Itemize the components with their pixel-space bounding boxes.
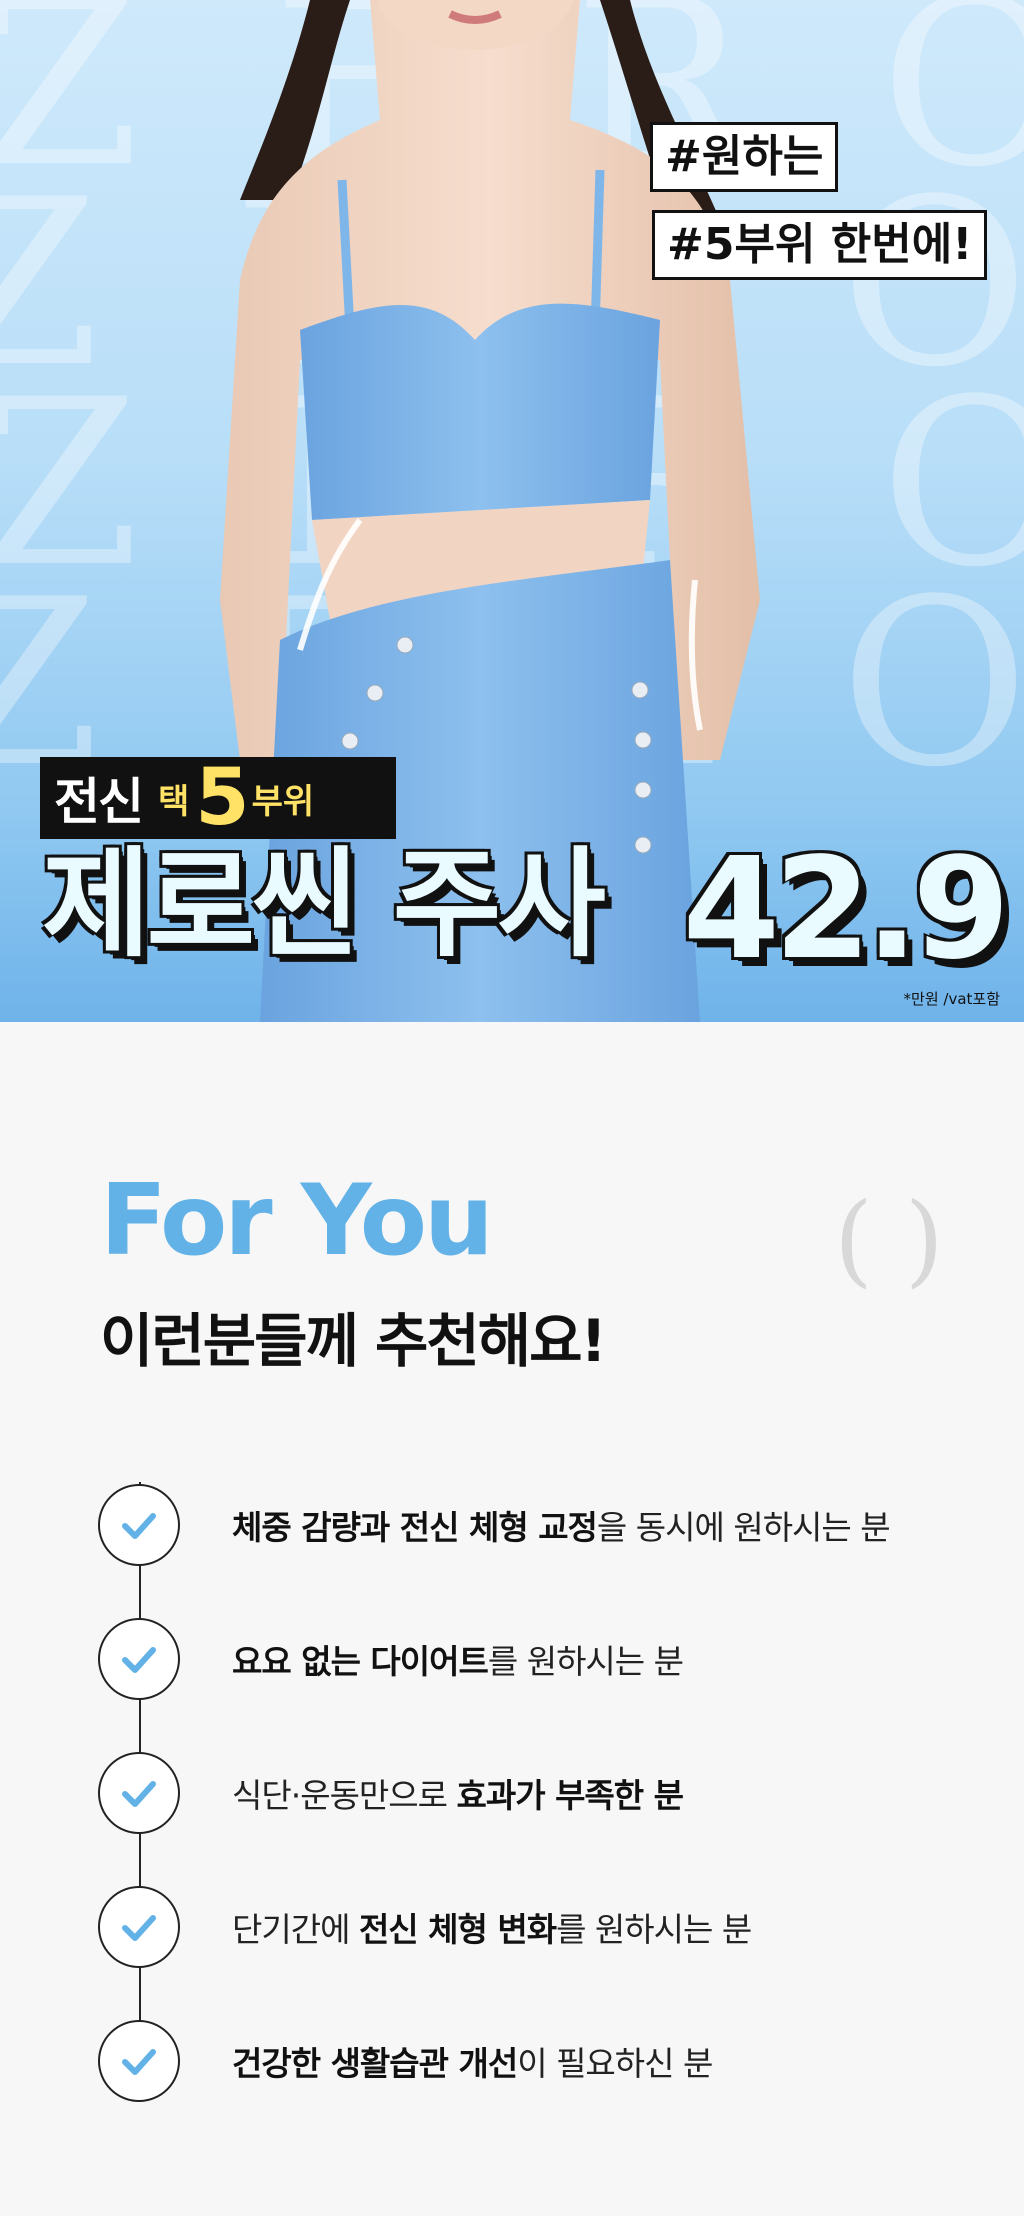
body-text: 식단·운동만으로 — [232, 1776, 457, 1815]
emphasis-text: 체중 감량과 전신 체형 교정 — [232, 1508, 598, 1547]
hashtag-desired: #원하는 — [650, 122, 839, 192]
check-icon — [98, 1618, 180, 1700]
body-text: 이 필요하신 분 — [517, 2044, 713, 2083]
body-text: 을 동시에 원하시는 분 — [596, 1508, 891, 1547]
body-text: 단기간에 — [232, 1910, 359, 1949]
section-subtitle: 이런분들께 추천해요! — [100, 1307, 607, 1375]
list-item: 요요 없는 다이어트를 원하시는 분 — [98, 1616, 684, 1702]
list-item-text: 단기간에 전신 체형 변화를 원하시는 분 — [232, 1903, 752, 1951]
check-icon — [98, 1484, 180, 1566]
recommendation-section: For You ( ) 이런분들께 추천해요! 체중 감량과 전신 체형 교정을… — [0, 1022, 1024, 2216]
hashtag-five-areas: #5부위 한번에! — [652, 210, 988, 280]
check-icon — [98, 1886, 180, 1968]
body-text: 를 원하시는 분 — [487, 1642, 684, 1681]
list-item-text: 체중 감량과 전신 체형 교정을 동시에 원하시는 분 — [232, 1501, 891, 1549]
section-heading: For You — [100, 1164, 494, 1278]
list-item: 체중 감량과 전신 체형 교정을 동시에 원하시는 분 — [98, 1482, 891, 1568]
badge-choose: 택 — [158, 781, 190, 822]
list-item-text: 건강한 생활습관 개선이 필요하신 분 — [232, 2037, 713, 2085]
emphasis-text: 건강한 생활습관 개선 — [232, 2044, 518, 2083]
product-title: 제로씬 주사 — [42, 835, 606, 973]
decorative-parentheses: ( ) — [834, 1181, 944, 1298]
body-text: 를 원하시는 분 — [556, 1910, 752, 1949]
check-icon — [98, 1752, 180, 1834]
list-item: 식단·운동만으로 효과가 부족한 분 — [98, 1750, 684, 1836]
list-item: 단기간에 전신 체형 변화를 원하시는 분 — [98, 1884, 752, 1970]
list-item-text: 식단·운동만으로 효과가 부족한 분 — [232, 1769, 684, 1817]
badge-fullbody: 전신 — [54, 773, 144, 831]
list-item-text: 요요 없는 다이어트를 원하시는 분 — [232, 1635, 684, 1683]
badge-parts: 부위 — [251, 781, 315, 822]
list-item: 건강한 생활습관 개선이 필요하신 분 — [98, 2018, 713, 2104]
emphasis-text: 효과가 부족한 분 — [456, 1776, 684, 1815]
price-value: 42.9 — [682, 828, 1010, 991]
emphasis-text: 요요 없는 다이어트 — [232, 1642, 489, 1681]
option-badge: 전신 택 5 부위 — [40, 757, 396, 839]
badge-number: 5 — [195, 753, 250, 843]
price-note: *만원 /vat포함 — [903, 990, 1000, 1008]
hero-banner: Z E R O Z E R O Z E R O Z E R O — [0, 0, 1024, 1022]
emphasis-text: 전신 체형 변화 — [358, 1910, 557, 1949]
check-icon — [98, 2020, 180, 2102]
